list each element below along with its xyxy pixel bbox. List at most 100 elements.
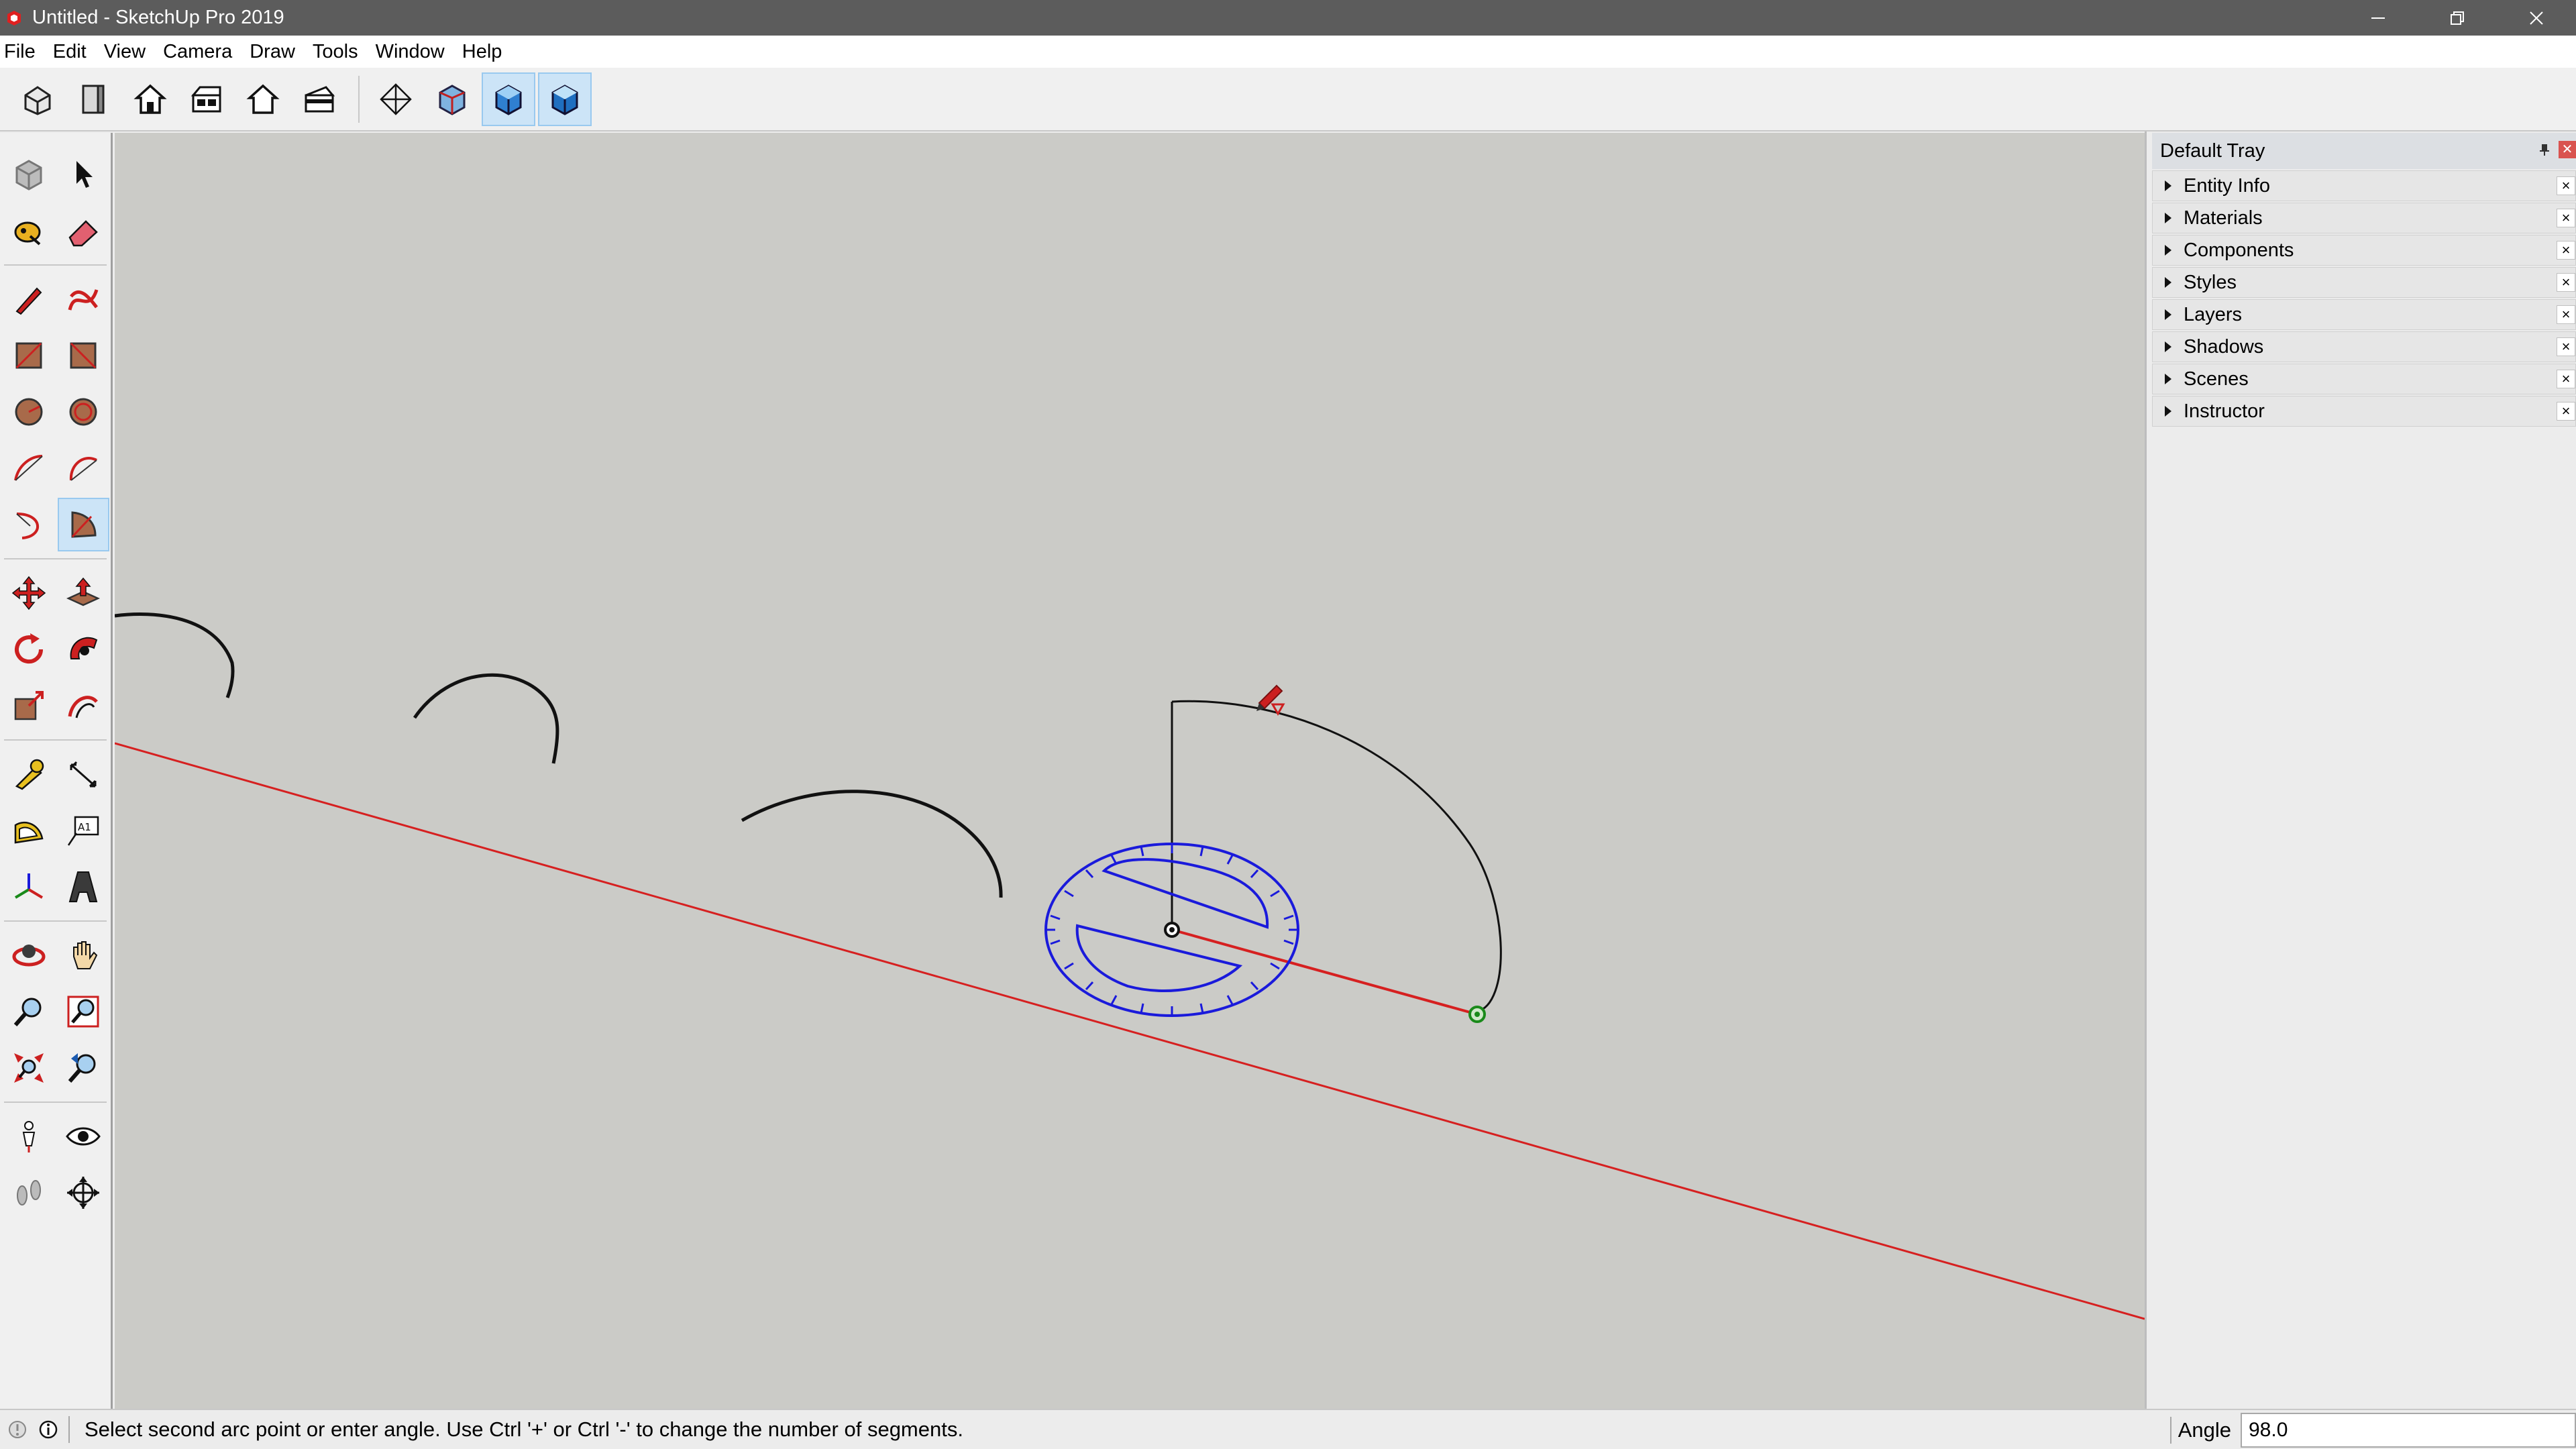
- dimension-button[interactable]: [58, 747, 110, 801]
- measurements-box: Angle 98.0: [2163, 1410, 2576, 1449]
- info-icon[interactable]: [35, 1416, 62, 1443]
- pie-icon: [71, 511, 97, 538]
- zoom-window-button[interactable]: [58, 985, 110, 1038]
- menu-window[interactable]: Window: [367, 36, 453, 68]
- orbit-button[interactable]: [3, 928, 55, 982]
- freehand-button[interactable]: [58, 272, 110, 326]
- panel-close-button[interactable]: ×: [2557, 305, 2575, 324]
- panel-shadows[interactable]: Shadows ×: [2152, 331, 2576, 362]
- panel-materials[interactable]: Materials ×: [2152, 203, 2576, 233]
- panel-close-button[interactable]: ×: [2557, 402, 2575, 421]
- panel-layers[interactable]: Layers ×: [2152, 299, 2576, 330]
- menu-help[interactable]: Help: [453, 36, 511, 68]
- zoom-extents-button[interactable]: [3, 1041, 55, 1095]
- look-around-button[interactable]: [58, 1110, 110, 1163]
- geo-location-icon[interactable]: [4, 1416, 31, 1443]
- panel-entity-info[interactable]: Entity Info ×: [2152, 170, 2576, 201]
- front-view-button[interactable]: [123, 72, 177, 126]
- minimize-button[interactable]: [2339, 0, 2418, 36]
- top-view-button[interactable]: [67, 72, 121, 126]
- tool-group-separator: [4, 739, 107, 741]
- paint-bucket-button[interactable]: [3, 204, 55, 258]
- zoom-button[interactable]: [3, 985, 55, 1038]
- rectangle-button[interactable]: [3, 329, 55, 382]
- line-button[interactable]: [3, 272, 55, 326]
- menu-tools[interactable]: Tools: [304, 36, 367, 68]
- right-view-button[interactable]: [180, 72, 233, 126]
- restore-button[interactable]: [2418, 0, 2497, 36]
- shaded-button[interactable]: [482, 72, 535, 126]
- status-separator: [2169, 1417, 2171, 1444]
- offset-button[interactable]: [58, 679, 110, 733]
- menu-file[interactable]: File: [0, 36, 44, 68]
- menu-draw[interactable]: Draw: [241, 36, 304, 68]
- section-plane-button[interactable]: [58, 1166, 110, 1220]
- panel-close-button[interactable]: ×: [2557, 273, 2575, 292]
- panel-close-button[interactable]: ×: [2557, 370, 2575, 388]
- measurements-label: Angle: [2178, 1418, 2231, 1442]
- arc-icon: [13, 455, 43, 481]
- menu-camera[interactable]: Camera: [154, 36, 241, 68]
- panel-close-button[interactable]: ×: [2557, 337, 2575, 356]
- protractor-button[interactable]: [3, 804, 55, 857]
- circle-button[interactable]: [3, 385, 55, 439]
- pie-button[interactable]: [57, 498, 109, 551]
- back-view-button[interactable]: [236, 72, 290, 126]
- tray-close-button[interactable]: ✕: [2559, 141, 2576, 158]
- text-button[interactable]: A1: [58, 804, 110, 857]
- zoom-icon: [13, 998, 42, 1026]
- polygon-button[interactable]: [58, 385, 110, 439]
- arc-button[interactable]: [3, 441, 55, 495]
- drawing-viewport[interactable]: [115, 133, 2145, 1409]
- position-camera-button[interactable]: [3, 1110, 55, 1163]
- tool-group-separator: [4, 920, 107, 922]
- scale-button[interactable]: [3, 679, 55, 733]
- caret-right-icon: [2153, 211, 2184, 225]
- back-edges-button[interactable]: [425, 72, 479, 126]
- xray-button[interactable]: [369, 72, 423, 126]
- make-component-button[interactable]: [3, 148, 55, 201]
- sketchup-logo-icon: [4, 8, 24, 28]
- right-view-icon: [191, 86, 221, 112]
- panel-scenes[interactable]: Scenes ×: [2152, 364, 2576, 394]
- menu-view[interactable]: View: [95, 36, 154, 68]
- tape-measure-button[interactable]: [3, 747, 55, 801]
- iso-view-button[interactable]: [11, 72, 64, 126]
- eraser-button[interactable]: [58, 204, 110, 258]
- three-point-arc-button[interactable]: [3, 498, 55, 551]
- position-camera-icon: [22, 1121, 35, 1152]
- restore-icon: [2451, 11, 2464, 25]
- shaded-textures-button[interactable]: [538, 72, 592, 126]
- menu-edit[interactable]: Edit: [44, 36, 95, 68]
- pin-icon[interactable]: [2536, 141, 2553, 158]
- move-button[interactable]: [3, 566, 55, 620]
- close-button[interactable]: [2497, 0, 2576, 36]
- select-button[interactable]: [58, 148, 110, 201]
- pan-button[interactable]: [58, 928, 110, 982]
- follow-me-button[interactable]: [58, 623, 110, 676]
- panel-label: Materials: [2184, 207, 2263, 229]
- push-pull-button[interactable]: [58, 566, 110, 620]
- panel-close-button[interactable]: ×: [2557, 241, 2575, 260]
- panel-components[interactable]: Components ×: [2152, 235, 2576, 266]
- close-icon: [2530, 11, 2543, 25]
- measurements-input[interactable]: 98.0: [2241, 1413, 2576, 1448]
- rotated-rectangle-button[interactable]: [58, 329, 110, 382]
- scene-canvas[interactable]: [115, 133, 2145, 1409]
- two-point-arc-button[interactable]: [58, 441, 110, 495]
- caret-right-icon: [2153, 179, 2184, 193]
- rotate-button[interactable]: [3, 623, 55, 676]
- walk-button[interactable]: [3, 1166, 55, 1220]
- panel-close-button[interactable]: ×: [2557, 209, 2575, 227]
- panel-instructor[interactable]: Instructor ×: [2152, 396, 2576, 427]
- caret-right-icon: [2153, 340, 2184, 354]
- left-view-button[interactable]: [292, 72, 346, 126]
- panel-close-button[interactable]: ×: [2557, 176, 2575, 195]
- panel-styles[interactable]: Styles ×: [2152, 267, 2576, 298]
- iso-view-icon: [24, 85, 51, 115]
- previous-view-button[interactable]: [58, 1041, 110, 1095]
- 3d-text-button[interactable]: [58, 860, 110, 914]
- axes-button[interactable]: [3, 860, 55, 914]
- title-bar: Untitled - SketchUp Pro 2019: [0, 0, 2576, 36]
- svg-text:A1: A1: [78, 821, 91, 833]
